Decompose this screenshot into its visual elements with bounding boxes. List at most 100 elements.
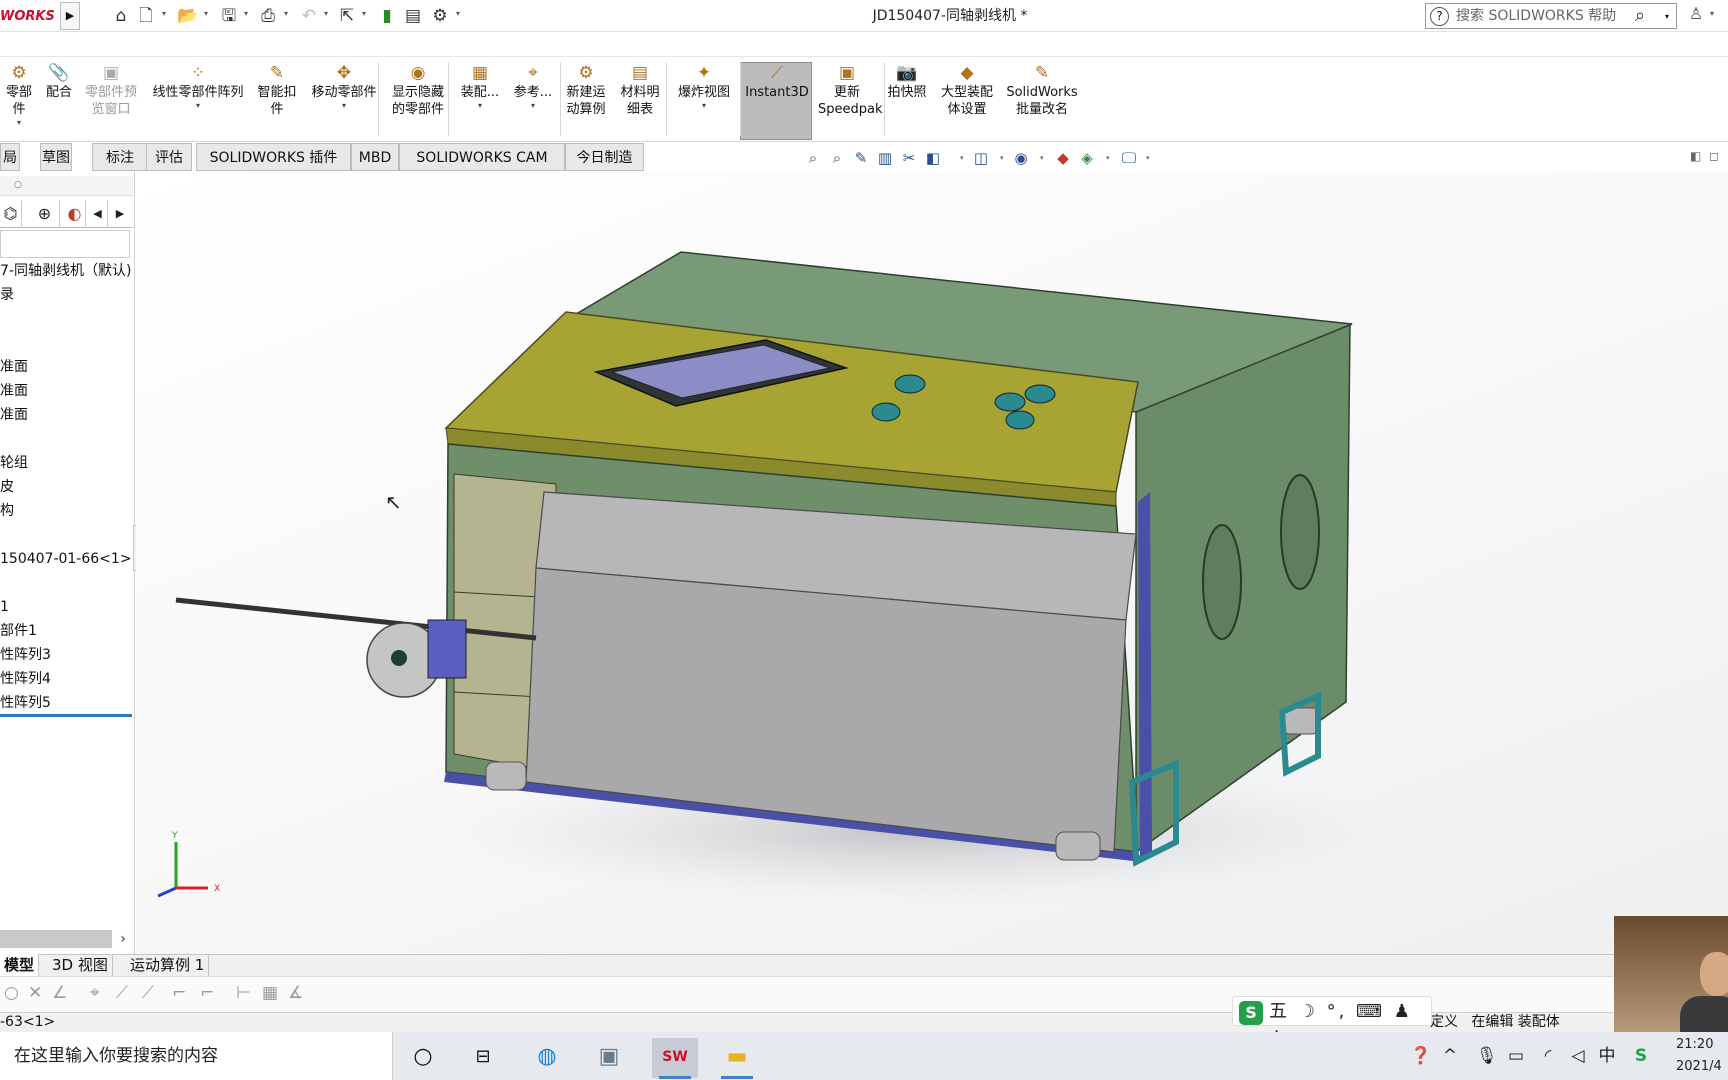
- taskbar-clock[interactable]: 21:20 2021/4: [1676, 1034, 1728, 1078]
- options-dropdown-icon[interactable]: ▾: [456, 9, 460, 18]
- cmd-14-button[interactable]: ▣ 更新 Speedpak: [818, 62, 883, 138]
- circle-tool-icon[interactable]: ○: [4, 982, 19, 1004]
- tab-3[interactable]: 标注: [92, 143, 148, 171]
- tree-item[interactable]: 轮组: [0, 452, 132, 474]
- view-settings-icon[interactable]: 🖵: [1118, 148, 1140, 168]
- user-dropdown-icon[interactable]: ▾: [1710, 9, 1714, 18]
- cmd-16-button[interactable]: ◆ 大型装配 体设置: [934, 62, 1000, 138]
- apply-scene-icon[interactable]: ◈: [1076, 148, 1098, 168]
- extend-tool-icon[interactable]: ⟋: [116, 982, 128, 1004]
- edit-appearance-icon[interactable]: ◆: [1052, 148, 1074, 168]
- scene-dropdown-icon[interactable]: ▾: [1106, 154, 1110, 162]
- menu-expand-arrow[interactable]: ▶: [60, 2, 80, 30]
- cmd-12-dropdown-icon[interactable]: ▾: [672, 101, 736, 111]
- cmd-8-dropdown-icon[interactable]: ▾: [456, 101, 504, 111]
- file-explorer-icon[interactable]: ▬: [714, 1038, 760, 1076]
- search-icon[interactable]: ⌕: [1635, 4, 1645, 28]
- cmd-10-button[interactable]: ⚙ 新建运 动算例: [562, 62, 610, 138]
- tree-item[interactable]: 性阵列5: [0, 692, 132, 714]
- cmd-12-button[interactable]: ✦ 爆炸视图 ▾: [672, 62, 736, 138]
- tree-item[interactable]: 部件1: [0, 620, 132, 642]
- tray-overflow-icon[interactable]: ^: [1440, 1040, 1460, 1072]
- search-dropdown-icon[interactable]: ▾: [1665, 12, 1669, 21]
- corner-tool-2-icon[interactable]: ⌐: [200, 982, 214, 1004]
- undo-icon[interactable]: ↶: [298, 5, 320, 27]
- panel-scroll-right-icon[interactable]: ▶: [110, 200, 130, 228]
- viewport-window-controls-icon[interactable]: ◧ ◻: [1690, 149, 1719, 163]
- help-search-box[interactable]: ? 搜索 SOLIDWORKS 帮助 ⌕ ▾: [1425, 3, 1677, 29]
- dynamic-annotation-icon[interactable]: ✂: [898, 148, 920, 168]
- open-icon[interactable]: 📂: [177, 5, 199, 27]
- save-dropdown-icon[interactable]: ▾: [244, 9, 248, 18]
- cmd-9-dropdown-icon[interactable]: ▾: [510, 101, 556, 111]
- tab-7[interactable]: SOLIDWORKS CAM: [399, 143, 565, 171]
- cmd-2-button[interactable]: 📎 配合: [42, 62, 76, 138]
- hide-show-items-icon[interactable]: ◉: [1010, 148, 1032, 168]
- taskbar-search-input[interactable]: 在这里输入你要搜索的内容: [14, 1032, 218, 1080]
- tree-horizontal-scrollbar[interactable]: [0, 930, 112, 948]
- cortana-icon[interactable]: ○: [400, 1038, 446, 1076]
- print-icon[interactable]: ⎙: [257, 5, 279, 27]
- save-icon[interactable]: 🖫: [218, 5, 240, 27]
- hide-show-dropdown-icon[interactable]: ▾: [1040, 154, 1044, 162]
- assembly-model-render[interactable]: Y X: [136, 172, 1728, 954]
- panel-scroll-left-icon[interactable]: ◀: [88, 200, 108, 228]
- display-style-dropdown-icon[interactable]: ▾: [1000, 154, 1004, 162]
- graphics-viewport[interactable]: Y X: [136, 172, 1728, 954]
- cmd-6-dropdown-icon[interactable]: ▾: [306, 101, 382, 111]
- section-view-icon[interactable]: ▥: [874, 148, 896, 168]
- new-file-icon[interactable]: 🗋: [137, 5, 155, 27]
- tree-item[interactable]: 皮: [0, 476, 132, 498]
- line-tool-icon[interactable]: ⟋: [142, 982, 154, 1004]
- tab-1[interactable]: 局: [0, 143, 20, 171]
- zoom-to-area-icon[interactable]: ⌕: [826, 148, 848, 168]
- bottom-tab-3[interactable]: 运动算例 1: [126, 954, 210, 976]
- tree-item[interactable]: 性阵列3: [0, 644, 132, 666]
- solidworks-taskbar-icon[interactable]: SW: [652, 1038, 698, 1076]
- tab-5[interactable]: SOLIDWORKS 插件: [196, 143, 351, 171]
- panel-grip-icon[interactable]: ○: [14, 180, 22, 190]
- tab-4[interactable]: 评估: [146, 143, 192, 171]
- select-icon[interactable]: ⇱: [338, 5, 356, 27]
- undo-dropdown-icon[interactable]: ▾: [324, 9, 328, 18]
- cmd-8-button[interactable]: ▦ 装配... ▾: [456, 62, 504, 138]
- cmd-15-button[interactable]: 📷 拍快照: [886, 62, 928, 138]
- microphone-icon[interactable]: 🎙: [1476, 1040, 1498, 1072]
- tab-8[interactable]: 今日制造: [565, 143, 644, 171]
- trim-tool-icon[interactable]: ✕: [28, 982, 42, 1004]
- solidworks-logo[interactable]: WORKS: [0, 6, 56, 28]
- user-icon[interactable]: ♙: [1686, 4, 1706, 26]
- help-search-input[interactable]: 搜索 SOLIDWORKS 帮助: [1456, 4, 1616, 28]
- tree-item[interactable]: 性阵列4: [0, 668, 132, 690]
- print-dropdown-icon[interactable]: ▾: [284, 9, 288, 18]
- cmd-3-button[interactable]: ▣ 零部件预 览窗口: [80, 62, 142, 138]
- options-icon[interactable]: ⚙: [430, 5, 450, 27]
- tree-item[interactable]: 1: [0, 596, 132, 618]
- cmd-9-button[interactable]: ⌖ 参考... ▾: [510, 62, 556, 138]
- cmd-17-button[interactable]: ✎ SolidWorks 批量改名: [1002, 62, 1082, 138]
- tab-6[interactable]: MBD: [351, 143, 399, 171]
- select-dropdown-icon[interactable]: ▾: [362, 9, 366, 18]
- tree-filter-input[interactable]: [0, 230, 130, 258]
- zoom-to-fit-icon[interactable]: ⌕: [802, 148, 824, 168]
- cmd-1-dropdown-icon[interactable]: ▾: [0, 118, 38, 128]
- tree-item[interactable]: 准面: [0, 356, 132, 378]
- tree-item[interactable]: 准面: [0, 380, 132, 402]
- sogou-tray-icon[interactable]: S: [1630, 1040, 1652, 1072]
- view-orientation-dropdown-icon[interactable]: ▾: [960, 154, 964, 162]
- home-icon[interactable]: ⌂: [110, 5, 132, 27]
- ime-toolbar[interactable]: S 五 ☽ °, ⌨ ♟ ⁘: [1232, 996, 1432, 1046]
- configuration-manager-tab-icon[interactable]: ⊕: [30, 200, 60, 228]
- help-tray-icon[interactable]: ❓: [1408, 1040, 1434, 1072]
- corner-tool-icon[interactable]: ⌐: [172, 982, 186, 1004]
- property-manager-tab-icon[interactable]: ⌬: [0, 200, 22, 228]
- rebuild-icon[interactable]: ▮: [378, 5, 396, 27]
- ime-logo-icon[interactable]: S: [1239, 1001, 1263, 1025]
- view-settings-dropdown-icon[interactable]: ▾: [1146, 154, 1150, 162]
- cmd-13-button[interactable]: ⟋ Instant3D: [742, 62, 812, 138]
- view-orientation-icon[interactable]: ◧: [922, 148, 944, 168]
- task-view-icon[interactable]: ⊟: [460, 1038, 506, 1076]
- tree-item[interactable]: 构: [0, 500, 132, 522]
- cmd-5-button[interactable]: ✎ 智能扣件: [254, 62, 300, 138]
- file-properties-icon[interactable]: ▤: [403, 5, 423, 27]
